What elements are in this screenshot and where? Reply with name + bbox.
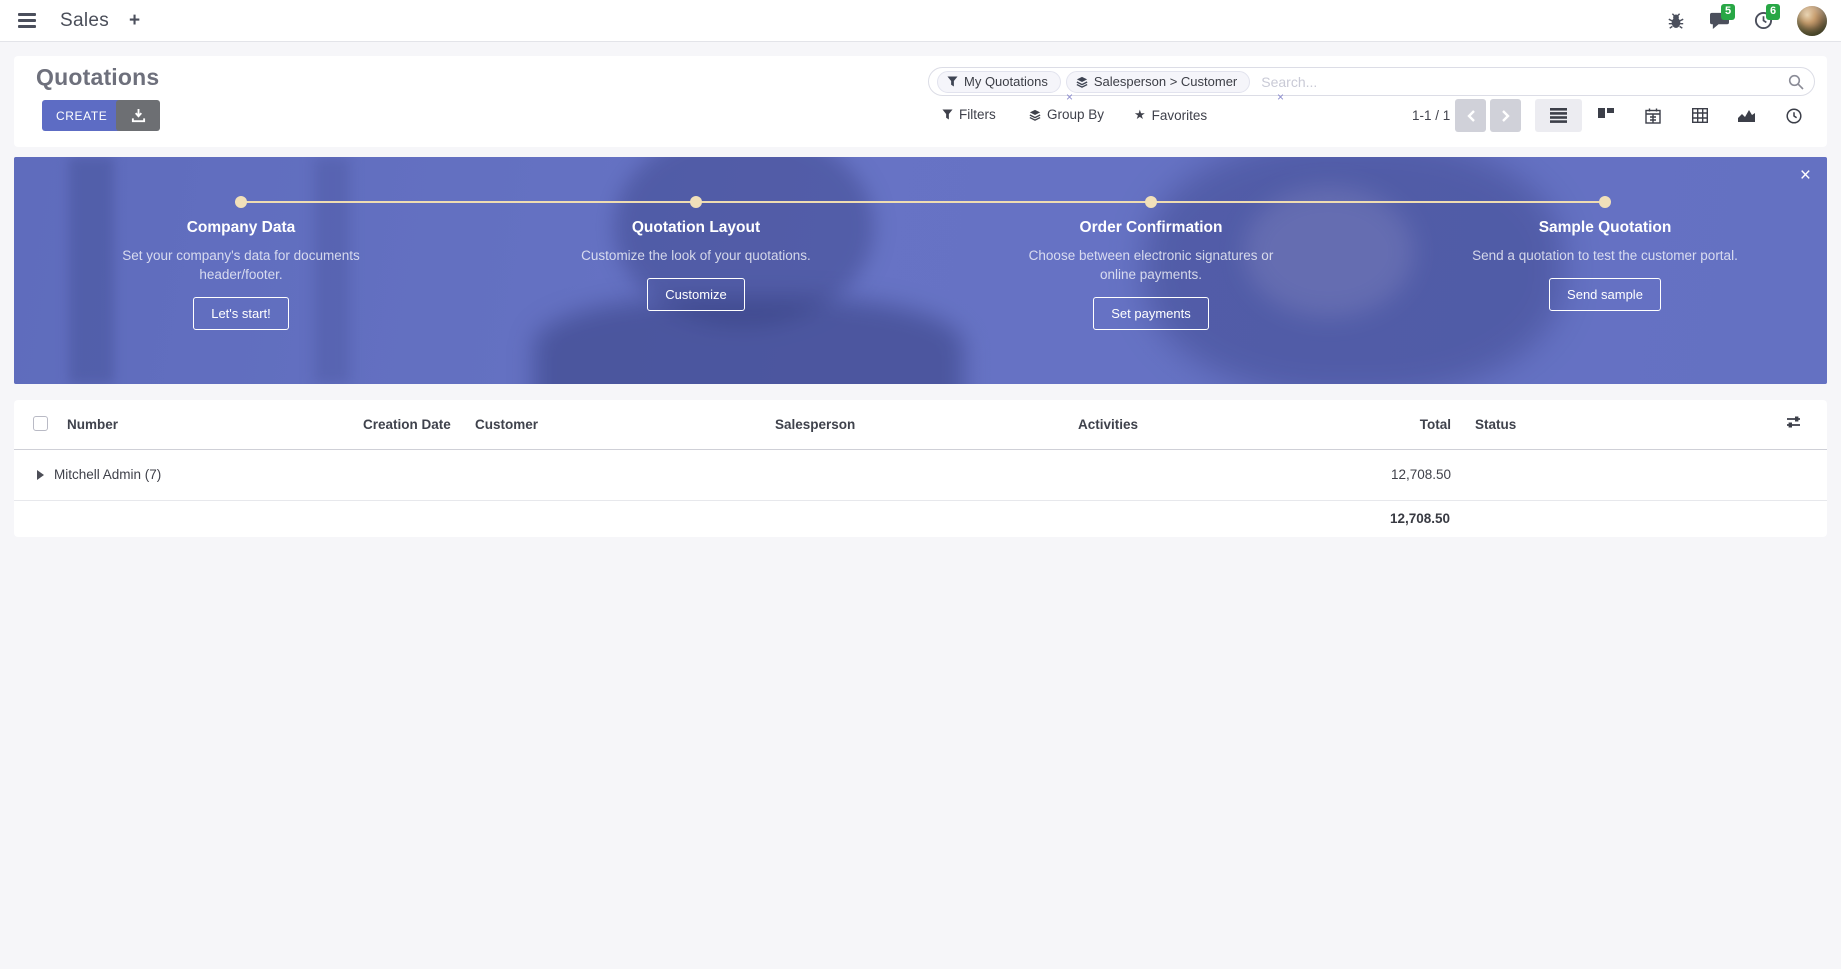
chevron-right-icon <box>1501 109 1511 123</box>
search-input[interactable]: Search... <box>1261 74 1788 90</box>
select-all-checkbox[interactable] <box>33 416 48 431</box>
group-by-button[interactable]: Group By <box>1029 107 1104 122</box>
quotations-list: Number Creation Date Customer Salesperso… <box>14 400 1827 537</box>
column-header-total[interactable]: Total <box>1420 417 1451 432</box>
step-dot <box>1145 196 1157 208</box>
set-payments-button[interactable]: Set payments <box>1093 297 1209 330</box>
messages-count-badge: 5 <box>1721 4 1735 20</box>
calendar-view-icon <box>1645 108 1661 124</box>
facet-remove-icon[interactable]: × <box>1277 91 1284 103</box>
pivot-view-icon <box>1692 108 1708 123</box>
column-header-customer[interactable]: Customer <box>475 417 538 432</box>
column-header-creation-date[interactable]: Creation Date <box>363 417 451 432</box>
step-title: Sample Quotation <box>1465 219 1745 237</box>
list-view-icon <box>1550 108 1567 123</box>
banner-close-icon[interactable]: × <box>1800 165 1811 187</box>
step-dot <box>235 196 247 208</box>
app-name[interactable]: Sales <box>60 10 109 32</box>
onboarding-step-order-confirmation: Order Confirmation Choose between electr… <box>1011 219 1291 330</box>
filters-button[interactable]: Filters <box>942 107 996 122</box>
step-title: Company Data <box>101 219 381 237</box>
onboarding-step-company-data: Company Data Set your company's data for… <box>101 219 381 330</box>
view-kanban-button[interactable] <box>1582 99 1629 132</box>
create-button[interactable]: CREATE <box>42 100 121 131</box>
download-icon <box>131 108 146 123</box>
step-dot <box>690 196 702 208</box>
top-navbar: Sales + 5 6 <box>0 0 1841 42</box>
favorites-button[interactable]: ★ Favorites <box>1134 107 1207 123</box>
step-description: Customize the look of your quotations. <box>556 246 836 265</box>
footer-total: 12,708.50 <box>1390 511 1450 526</box>
export-download-button[interactable] <box>116 100 160 131</box>
lets-start-button[interactable]: Let's start! <box>193 297 289 330</box>
pager-next-button[interactable] <box>1490 99 1521 132</box>
customize-button[interactable]: Customize <box>647 278 744 311</box>
apps-menu-icon[interactable] <box>14 9 40 32</box>
view-switcher <box>1535 99 1817 132</box>
kanban-view-icon <box>1598 108 1614 123</box>
chevron-left-icon <box>1466 109 1476 123</box>
facet-label: My Quotations <box>964 74 1048 89</box>
facet-label: Salesperson > Customer <box>1094 74 1237 89</box>
onboarding-step-quotation-layout: Quotation Layout Customize the look of y… <box>556 219 836 311</box>
filter-icon <box>942 109 953 120</box>
search-icon[interactable] <box>1788 74 1804 90</box>
onboarding-timeline <box>241 201 1605 203</box>
graph-view-icon <box>1738 108 1755 123</box>
control-panel: Quotations CREATE My Quotations <box>14 56 1827 147</box>
pager-range: 1-1 / 1 <box>1412 108 1450 123</box>
group-label: Mitchell Admin (7) <box>54 467 161 482</box>
column-header-number[interactable]: Number <box>67 417 118 432</box>
search-facet-groupby[interactable]: Salesperson > Customer <box>1066 71 1250 93</box>
pager-previous-button[interactable] <box>1455 99 1486 132</box>
step-description: Send a quotation to test the customer po… <box>1465 246 1745 265</box>
step-dot <box>1599 196 1611 208</box>
edit-menu-plus-icon[interactable]: + <box>129 11 140 30</box>
activities-clock-icon[interactable]: 6 <box>1754 11 1773 30</box>
step-description: Set your company's data for documents he… <box>101 246 381 284</box>
layers-icon <box>1076 76 1088 88</box>
layers-icon <box>1029 109 1041 121</box>
view-activity-button[interactable] <box>1770 99 1817 132</box>
column-header-salesperson[interactable]: Salesperson <box>775 417 855 432</box>
facet-remove-icon[interactable]: × <box>1066 91 1073 103</box>
column-header-activities[interactable]: Activities <box>1078 417 1138 432</box>
group-expand-caret-icon[interactable] <box>37 470 44 480</box>
view-list-button[interactable] <box>1535 99 1582 132</box>
view-graph-button[interactable] <box>1723 99 1770 132</box>
view-pivot-button[interactable] <box>1676 99 1723 132</box>
step-description: Choose between electronic signatures or … <box>1011 246 1291 284</box>
send-sample-button[interactable]: Send sample <box>1549 278 1661 311</box>
messages-icon[interactable]: 5 <box>1709 11 1730 30</box>
filter-icon <box>947 76 958 87</box>
user-avatar[interactable] <box>1797 6 1827 36</box>
debug-bug-icon[interactable] <box>1667 12 1685 30</box>
search-bar[interactable]: My Quotations Salesperson > Customer Sea… <box>928 67 1815 96</box>
group-total: 12,708.50 <box>1391 467 1451 482</box>
step-title: Quotation Layout <box>556 219 836 237</box>
column-header-status[interactable]: Status <box>1475 417 1516 432</box>
optional-columns-icon[interactable] <box>1786 415 1801 432</box>
activities-count-badge: 6 <box>1766 4 1780 20</box>
onboarding-banner: × Company Data Set your company's data f… <box>14 157 1827 384</box>
view-calendar-button[interactable] <box>1629 99 1676 132</box>
step-title: Order Confirmation <box>1011 219 1291 237</box>
page-title: Quotations <box>36 64 159 91</box>
search-facet-my-quotations[interactable]: My Quotations <box>937 71 1061 93</box>
group-row-mitchell-admin[interactable]: Mitchell Admin (7) 12,708.50 <box>14 450 1827 501</box>
list-header-row: Number Creation Date Customer Salesperso… <box>14 400 1827 450</box>
onboarding-step-sample-quotation: Sample Quotation Send a quotation to tes… <box>1465 219 1745 311</box>
star-icon: ★ <box>1134 107 1146 123</box>
activity-view-icon <box>1786 108 1802 124</box>
list-footer-row: 12,708.50 <box>14 501 1827 537</box>
